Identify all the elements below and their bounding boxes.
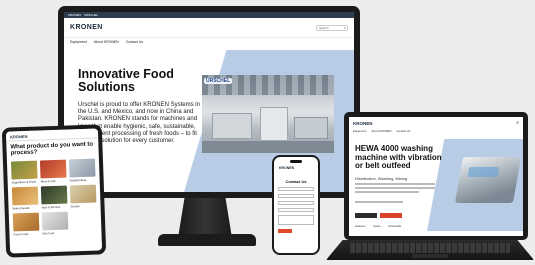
tile-label: Fried Foods	[13, 231, 29, 237]
tile-image	[10, 160, 38, 180]
tab-features[interactable]: Features	[355, 225, 365, 228]
tab-downloads[interactable]: Downloads	[388, 225, 401, 228]
tile-image	[40, 185, 68, 205]
cta-button[interactable]	[380, 213, 402, 218]
product-tabs: Features Specs Downloads	[355, 225, 401, 228]
keyboard	[350, 243, 510, 253]
body-text-line	[355, 183, 435, 185]
phone-logo[interactable]: KRONEN	[279, 166, 294, 170]
phone-device: KRONEN Contact Us	[272, 155, 320, 255]
trackpad	[412, 254, 448, 258]
tablet-screen: KRONEN What product do you want to proce…	[5, 128, 103, 254]
photo-machine	[260, 107, 288, 141]
submit-button[interactable]	[278, 229, 292, 233]
hewa-machine-image	[454, 157, 522, 203]
form-field[interactable]	[278, 194, 314, 198]
tablet-logo[interactable]: KRONEN	[10, 134, 28, 140]
logo-text: KRONEN	[70, 24, 103, 31]
product-grid: Vegetables & Fruits Meat & Fish Salad/Le…	[7, 156, 102, 238]
product-subtitle: Disinfection, Washing, Mixing	[355, 176, 408, 181]
search-icon: ⌕	[343, 24, 346, 30]
search-icon[interactable]: ⌕	[516, 120, 519, 126]
topbar-link-kronen[interactable]: KRONEN	[68, 12, 81, 18]
kronen-logo[interactable]: KRONEN	[70, 24, 103, 31]
tile-label: Dry Food	[42, 231, 55, 236]
machine-water	[467, 167, 500, 177]
tile-label: Baked Goods	[12, 205, 30, 211]
nav-item-contact[interactable]: Contact Us	[396, 129, 410, 133]
laptop-nav: Equipment About KRONEN Contact Us	[349, 129, 523, 133]
factory-photo: URSCHEL	[202, 75, 334, 153]
product-tile[interactable]: Meat & Fish	[39, 159, 67, 184]
phone-page-title: Contact Us	[285, 179, 307, 184]
tile-image	[68, 158, 96, 178]
laptop-keyboard-base	[326, 240, 534, 260]
nav-item-equipment[interactable]: Equipment	[353, 129, 366, 133]
photo-machine	[212, 113, 252, 139]
tile-label: Snacks	[70, 204, 80, 209]
tab-specs[interactable]: Specs	[373, 225, 380, 228]
topbar-link-urschel[interactable]: URSCHEL	[84, 12, 98, 18]
nav-item-contact[interactable]: Contact Us	[126, 40, 143, 44]
product-tile[interactable]: Vegetables & Fruits	[10, 160, 38, 185]
product-tile[interactable]: Dry Food	[41, 211, 69, 236]
product-tile[interactable]: Fried Foods	[12, 212, 40, 237]
product-tile[interactable]: Snacks	[69, 184, 97, 209]
body-text-line	[355, 187, 435, 189]
photo-floor	[202, 141, 334, 153]
laptop-screen: KRONEN ⌕ Equipment About KRONEN Contact …	[349, 117, 523, 236]
phone-screen: KRONEN Contact Us	[274, 157, 318, 253]
tile-label: Salad/Lettuce	[69, 177, 87, 183]
tile-image	[12, 212, 40, 232]
product-tile[interactable]: Baked Goods	[11, 186, 39, 211]
tile-label: Meat & Fish	[40, 178, 56, 184]
nav-item-about[interactable]: About KRONEN	[94, 40, 119, 44]
body-text-line	[355, 201, 403, 203]
form-field[interactable]	[278, 187, 314, 191]
nav-item-about[interactable]: About KRONEN	[371, 129, 391, 133]
laptop-device: KRONEN ⌕ Equipment About KRONEN Contact …	[344, 112, 528, 240]
tile-label: Vegetables & Fruits	[11, 179, 36, 185]
primary-button[interactable]	[355, 213, 377, 218]
tile-label: Nuts & Kernels	[41, 204, 61, 210]
tablet-device: KRONEN What product do you want to proce…	[1, 124, 107, 258]
urschel-sign: URSCHEL	[204, 78, 233, 84]
photo-machine	[294, 117, 328, 139]
tile-image	[41, 211, 69, 231]
laptop-logo[interactable]: KRONEN	[353, 121, 373, 126]
monitor-stand-neck	[178, 198, 232, 238]
tile-image	[69, 184, 97, 204]
body-text-line	[355, 191, 419, 193]
site-header: KRONEN Search ⌕	[64, 18, 354, 38]
form-field[interactable]	[278, 208, 314, 212]
main-nav: Equipment About KRONEN Contact Us	[64, 38, 354, 46]
search-input[interactable]: Search ⌕	[316, 24, 348, 31]
product-tile[interactable]: Salad/Lettuce	[68, 158, 96, 183]
monitor-stand-base	[158, 234, 256, 246]
tile-image	[39, 159, 67, 179]
hero-title: Innovative Food Solutions	[78, 67, 174, 94]
form-field[interactable]	[278, 201, 314, 205]
tile-image	[11, 186, 39, 206]
message-field[interactable]	[278, 215, 314, 225]
product-tile[interactable]: Nuts & Kernels	[40, 185, 68, 210]
nav-item-equipment[interactable]: Equipment	[70, 40, 87, 44]
laptop-header: KRONEN ⌕	[349, 117, 523, 129]
search-label: Search	[319, 25, 329, 30]
product-title: HEWA 4000 washing machine with vibration…	[355, 144, 442, 171]
phone-notch	[290, 160, 302, 163]
